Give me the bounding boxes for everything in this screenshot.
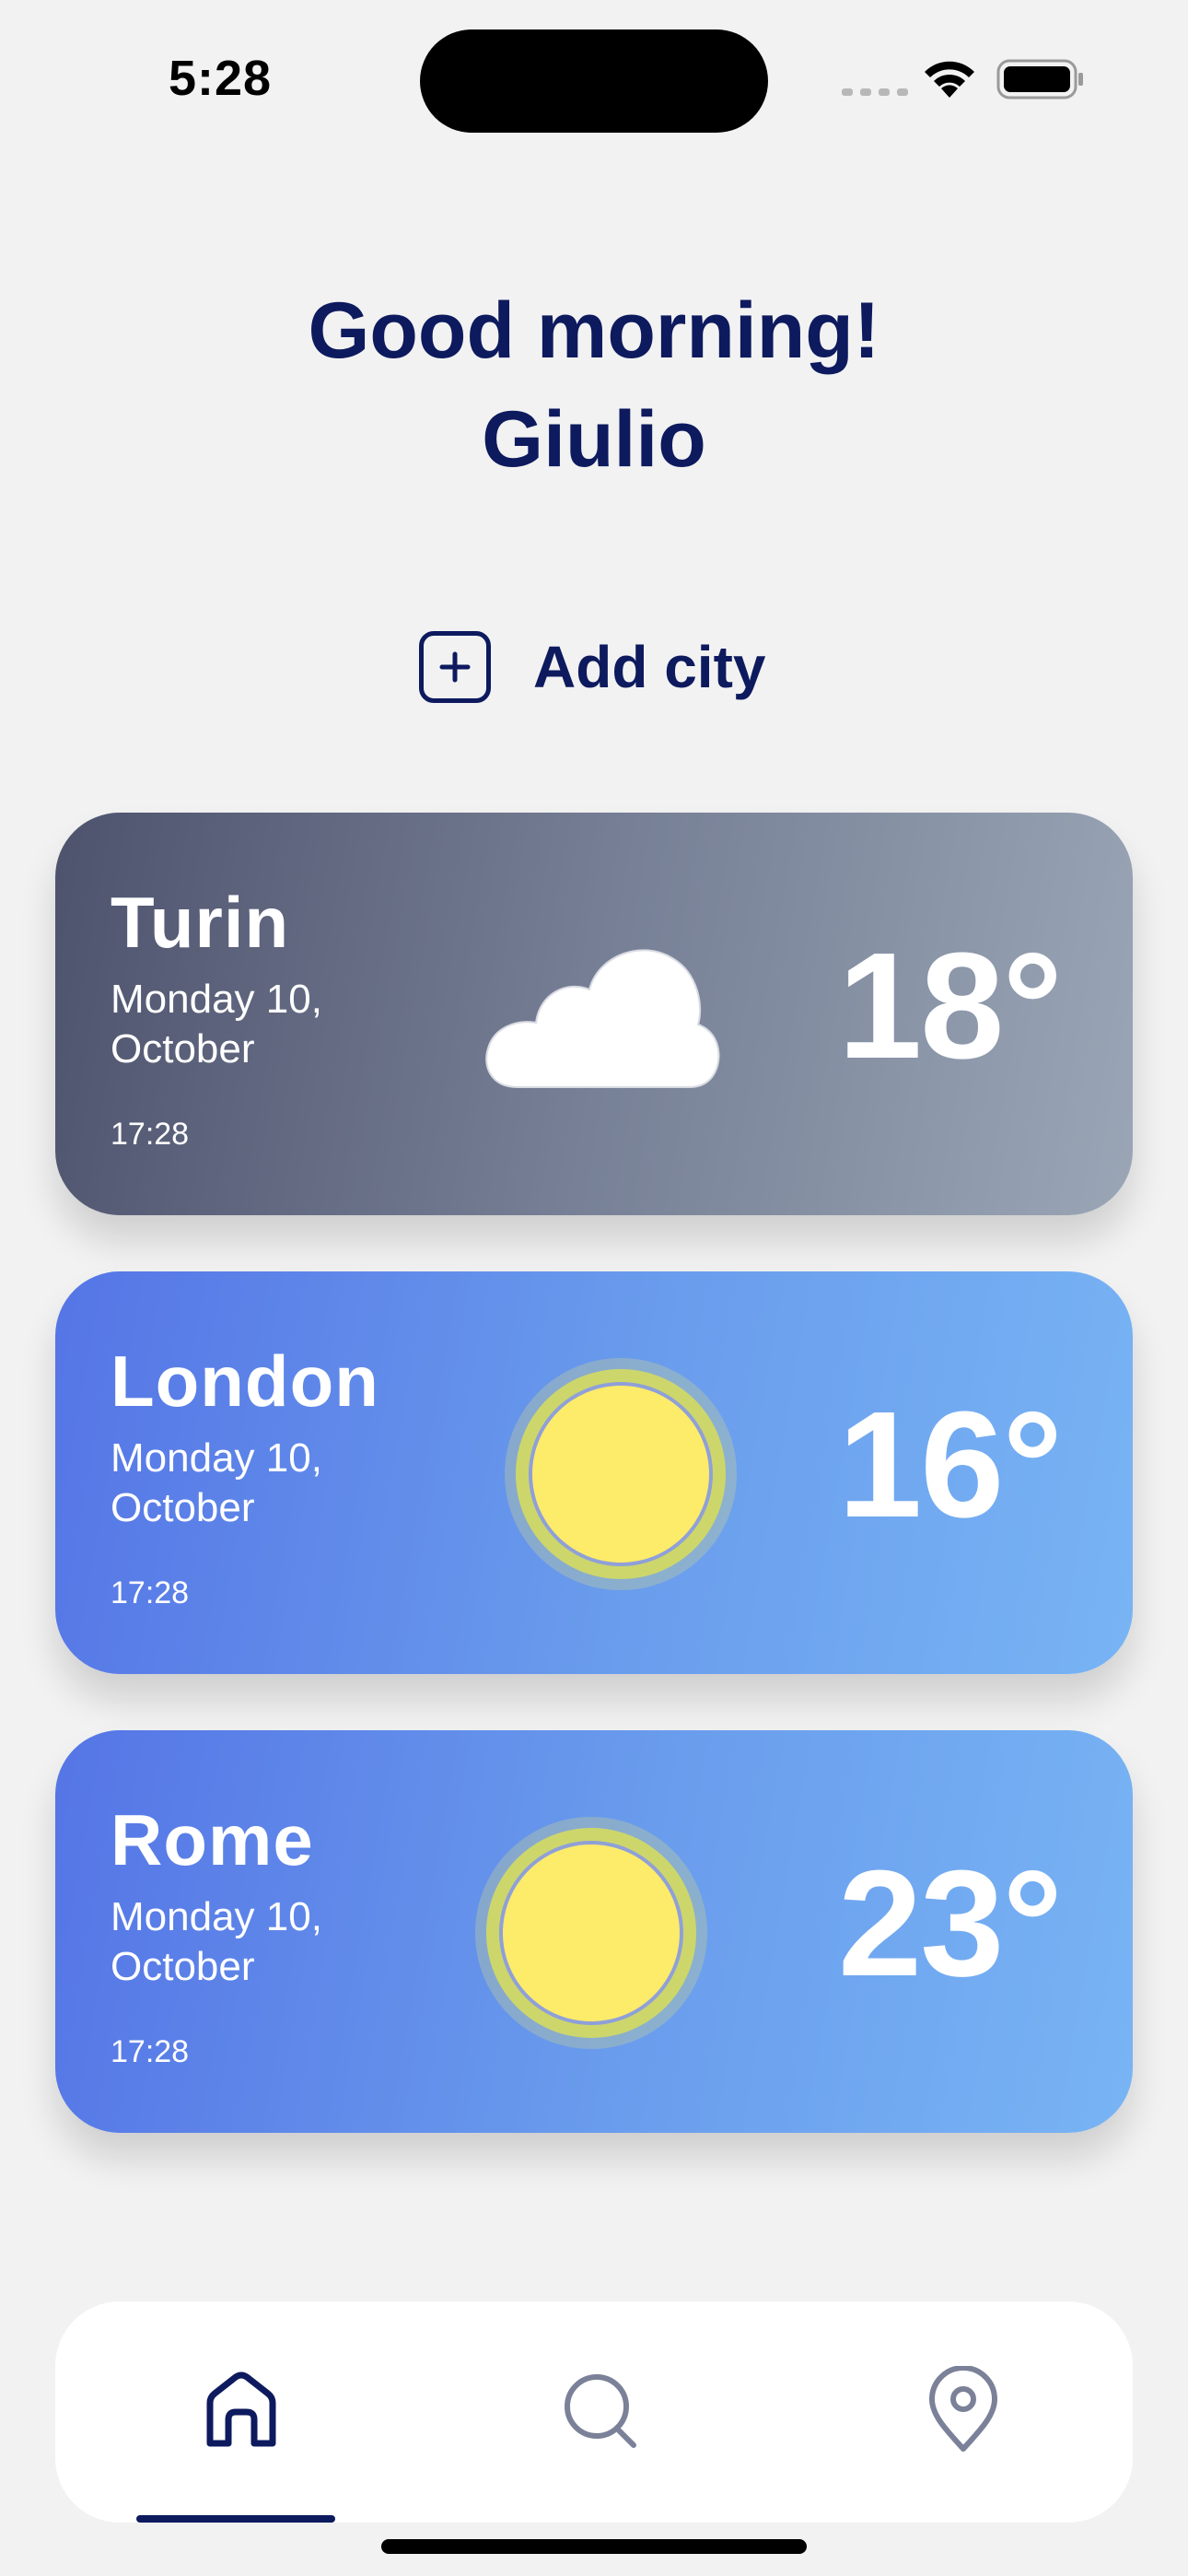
- add-city-button[interactable]: Add city: [419, 628, 765, 706]
- location-pin-icon: [929, 2365, 997, 2452]
- home-icon: [206, 2371, 276, 2447]
- wifi-icon: [925, 61, 974, 98]
- status-time: 5:28: [169, 51, 273, 106]
- home-indicator[interactable]: [381, 2539, 807, 2554]
- sun-icon: [475, 1817, 707, 2049]
- city-date: Monday 10, October: [111, 1894, 322, 1989]
- city-card-turin[interactable]: Turin Monday 10, October 17:28 18°: [55, 813, 1133, 1215]
- city-time: 17:28: [111, 2034, 190, 2069]
- status-bar: 5:28: [0, 0, 1188, 157]
- search-icon: [565, 2374, 636, 2448]
- city-name: Rome: [111, 1799, 314, 1880]
- city-temperature: 23°: [837, 1839, 1063, 2008]
- city-name: London: [111, 1341, 379, 1422]
- add-city-label: Add city: [533, 634, 766, 700]
- sun-icon: [505, 1358, 737, 1590]
- cellular-signal-icon: [842, 88, 908, 96]
- tab-home[interactable]: [197, 2366, 285, 2454]
- tab-search[interactable]: [558, 2366, 646, 2454]
- dynamic-island: [420, 29, 768, 133]
- cloud-icon: [485, 949, 720, 1088]
- city-temperature: 18°: [837, 921, 1063, 1090]
- city-card-london[interactable]: London Monday 10, October 17:28 16°: [55, 1271, 1133, 1674]
- user-name: Giulio: [482, 395, 706, 484]
- tab-bar: [55, 2301, 1133, 2523]
- selected-tab-indicator: [136, 2515, 335, 2523]
- tab-location[interactable]: [919, 2365, 1007, 2454]
- greeting-heading: Good morning! Giulio: [0, 276, 1188, 494]
- city-date: Monday 10, October: [111, 977, 322, 1071]
- city-name: Turin: [111, 882, 290, 963]
- city-time: 17:28: [111, 1575, 190, 1610]
- city-card-rome[interactable]: Rome Monday 10, October 17:28 23°: [55, 1730, 1133, 2133]
- city-time: 17:28: [111, 1117, 190, 1152]
- battery-icon: [996, 59, 1083, 100]
- city-temperature: 16°: [837, 1380, 1063, 1549]
- city-date: Monday 10, October: [111, 1435, 322, 1530]
- plus-square-icon: [419, 631, 491, 703]
- greeting-line: Good morning!: [308, 287, 880, 375]
